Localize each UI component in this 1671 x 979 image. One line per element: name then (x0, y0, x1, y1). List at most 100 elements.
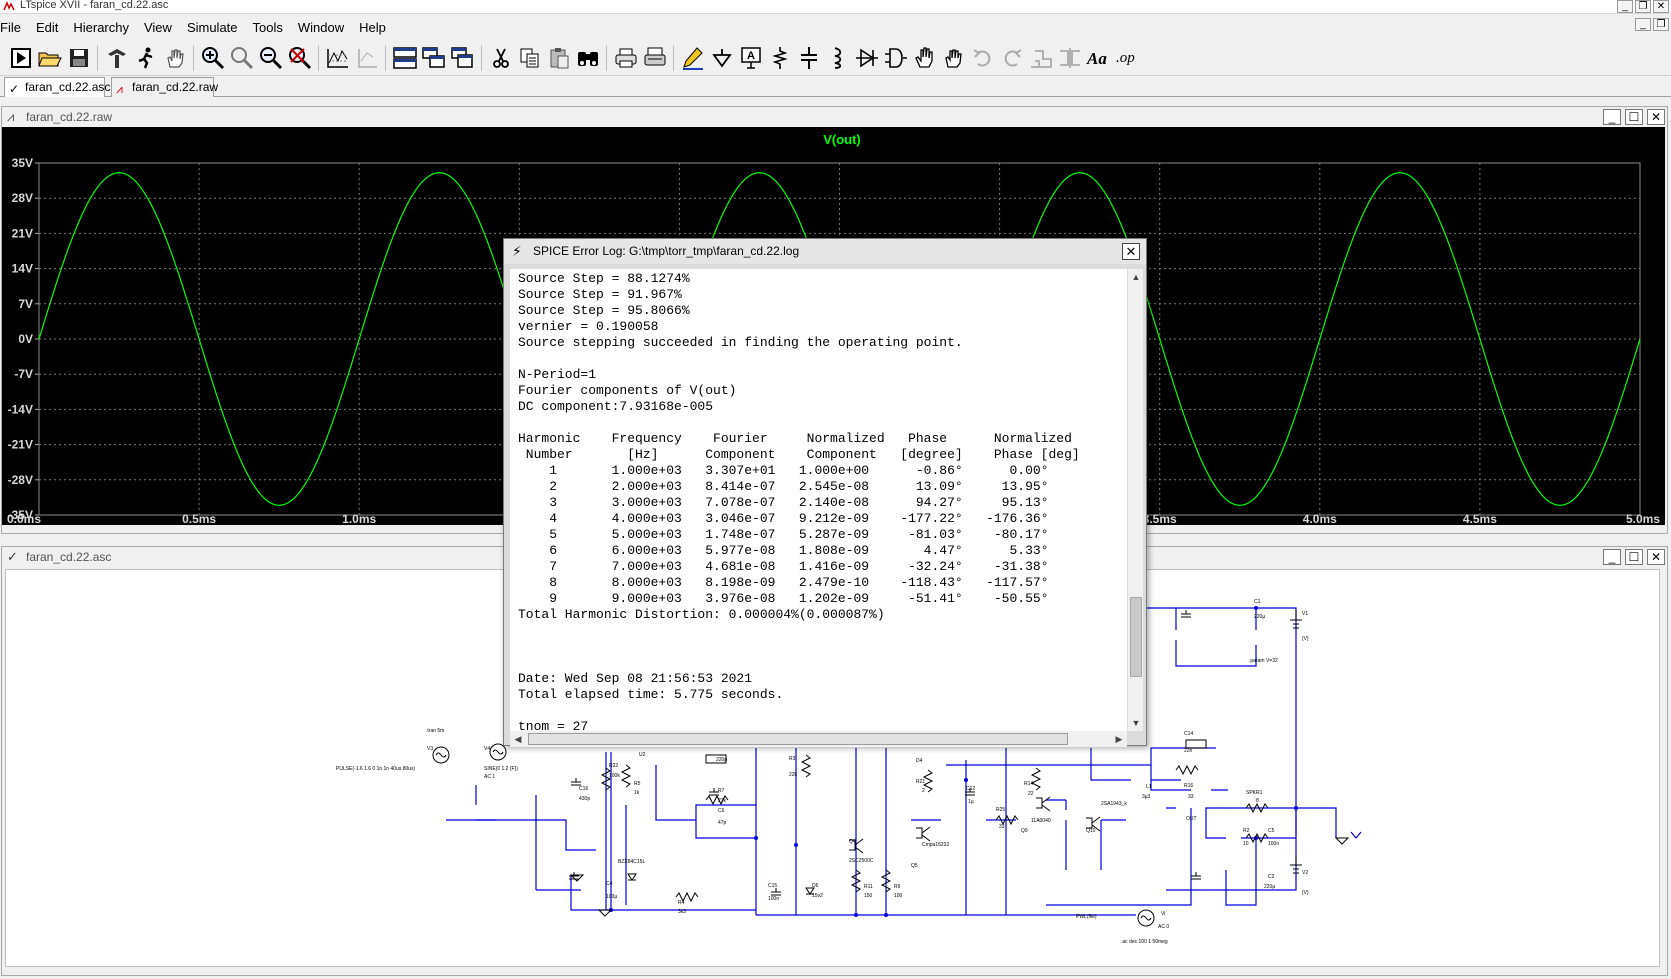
print-icon[interactable] (611, 43, 640, 73)
label-q10-type: 2SA1943_k (1101, 801, 1127, 807)
restore-button[interactable]: ❐ (1635, 0, 1651, 13)
menu-simulate[interactable]: Simulate (179, 20, 245, 35)
close-button[interactable]: ✕ (1647, 109, 1665, 125)
capacitor-icon[interactable] (794, 43, 823, 73)
schematic-window-title: faran_cd.22.asc (26, 550, 112, 564)
halt-icon[interactable] (131, 43, 160, 73)
cascade-icon[interactable] (448, 43, 477, 73)
copy-icon[interactable] (515, 43, 544, 73)
label-r16: R16 (1184, 783, 1193, 789)
minimize-button[interactable]: _ (1617, 0, 1633, 13)
tran-directive[interactable]: .tran 5m (426, 728, 444, 734)
label-v3: V3 (427, 746, 433, 752)
tab-faran-cd-asc[interactable]: ✓ faran_cd.22.asc (4, 77, 110, 97)
print-preview-icon[interactable] (640, 43, 669, 73)
mdi-restore-button[interactable]: ❐ (1653, 18, 1669, 31)
label-r22-value: 100k (609, 773, 620, 779)
horizontal-scroll-thumb[interactable] (528, 733, 1068, 745)
label-q9-type: 11A0040 (1031, 818, 1051, 824)
vertical-scroll-thumb[interactable] (1130, 597, 1142, 677)
zoom-in-icon[interactable] (198, 43, 227, 73)
move-icon[interactable] (910, 43, 939, 73)
zoom-out-icon[interactable] (256, 43, 285, 73)
label-c6: C6 (718, 808, 725, 814)
rotate-icon[interactable] (1026, 43, 1055, 73)
label-c14: C14 (1184, 731, 1193, 737)
text-icon[interactable]: Aa (1084, 43, 1113, 73)
menu-file[interactable]: File (0, 20, 28, 35)
redo-icon[interactable] (997, 43, 1026, 73)
tile-horizontal-icon[interactable] (390, 43, 419, 73)
label-v2-value: {V} (1302, 890, 1309, 896)
maximize-button[interactable]: ☐ (1625, 549, 1643, 565)
open-icon[interactable] (35, 43, 64, 73)
trace-label[interactable]: V(out) (823, 132, 861, 147)
waveform-icon: ⩘ (7, 109, 15, 124)
menu-help[interactable]: Help (351, 20, 393, 35)
svg-text:Aa: Aa (1086, 49, 1107, 68)
cut-icon[interactable] (486, 43, 515, 73)
spice-directive-icon[interactable]: .op (1113, 43, 1142, 73)
scroll-right-arrow-icon[interactable]: ▶ (1111, 731, 1127, 747)
label-c16: C16 (579, 786, 588, 792)
minimize-button[interactable]: _ (1603, 109, 1621, 125)
paste-icon[interactable] (544, 43, 573, 73)
component-icon[interactable] (881, 43, 910, 73)
grid-icon[interactable] (352, 43, 381, 73)
scroll-left-arrow-icon[interactable]: ◀ (510, 731, 526, 747)
ground-icon[interactable] (707, 43, 736, 73)
horizontal-scrollbar[interactable]: ◀ ▶ (510, 731, 1127, 747)
mdi-minimize-button[interactable]: _ (1635, 18, 1651, 31)
label-c5: C5 (1268, 828, 1275, 834)
menu-edit[interactable]: Edit (28, 20, 65, 35)
zoom-full-icon[interactable] (227, 43, 256, 73)
resistor-icon[interactable] (765, 43, 794, 73)
control-panel-icon[interactable] (102, 43, 131, 73)
scroll-up-arrow-icon[interactable]: ▲ (1128, 269, 1144, 285)
param-directive[interactable]: .param V=32 (1249, 658, 1278, 664)
label-r14-value: 22 (1028, 791, 1034, 797)
ac-directive[interactable]: .ac dec 100 1 50meg (1121, 939, 1168, 945)
mdi-window-controls: _ ❐ (1635, 18, 1669, 31)
label-q9: Q9 (1021, 828, 1028, 834)
vertical-scrollbar[interactable]: ▲ ▼ (1127, 269, 1143, 731)
minimize-button[interactable]: _ (1603, 549, 1621, 565)
y-axis-labels: 35V28V21V14V7V0V-7V-14V-21V-28V-35V (8, 156, 33, 522)
dialog-close-button[interactable]: ✕ (1122, 243, 1140, 260)
run-icon[interactable] (6, 43, 35, 73)
maximize-button[interactable]: ☐ (1625, 109, 1643, 125)
label-bzx84c15l: BZX84C15L (618, 859, 645, 865)
find-icon[interactable] (573, 43, 602, 73)
autorange-icon[interactable] (323, 43, 352, 73)
label-vi: Vi (1161, 911, 1165, 917)
label-net-icon[interactable]: A (736, 43, 765, 73)
save-icon[interactable] (64, 43, 93, 73)
undo-icon[interactable] (968, 43, 997, 73)
net-label-out[interactable]: OUT (1186, 816, 1197, 822)
inductor-icon[interactable] (823, 43, 852, 73)
log-line: Harmonic Frequency Fourier Normalized Ph… (518, 431, 1072, 446)
mirror-icon[interactable] (1055, 43, 1084, 73)
close-button[interactable]: ✕ (1647, 549, 1665, 565)
zoom-cancel-icon[interactable] (285, 43, 314, 73)
log-line: 9 9.000e+03 3.976e-08 1.202e-09 -51.41° … (518, 591, 1049, 606)
log-line: 8 8.000e+03 8.198e-09 2.479e-10 -118.43°… (518, 575, 1049, 590)
menu-view[interactable]: View (136, 20, 179, 35)
log-text-area[interactable]: Source Step = 88.1274% Source Step = 91.9… (510, 269, 1127, 731)
tab-faran-cd-raw[interactable]: ⩘ faran_cd.22.raw (111, 77, 218, 97)
x-tick-label: 3.5ms (1143, 512, 1177, 525)
x-tick-label: 4.5ms (1463, 512, 1497, 525)
pan-icon[interactable] (160, 43, 189, 73)
label-r3: R3 (789, 756, 796, 762)
menu-window[interactable]: Window (290, 20, 351, 35)
menu-tools[interactable]: Tools (245, 20, 290, 35)
label-c1: C1 (1254, 599, 1261, 605)
tile-vertical-icon[interactable] (419, 43, 448, 73)
drag-icon[interactable] (939, 43, 968, 73)
scroll-down-arrow-icon[interactable]: ▼ (1128, 715, 1144, 731)
diode-icon[interactable] (852, 43, 881, 73)
menu-hierarchy[interactable]: Hierarchy (65, 20, 136, 35)
draw-wire-icon[interactable] (678, 43, 707, 73)
close-button[interactable]: ✕ (1653, 0, 1669, 13)
